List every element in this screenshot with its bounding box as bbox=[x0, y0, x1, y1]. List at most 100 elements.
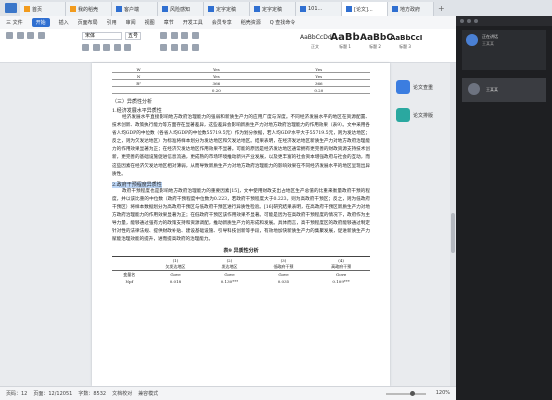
font-family-select[interactable]: 宋体 bbox=[82, 32, 122, 40]
italic-icon[interactable] bbox=[92, 44, 100, 51]
style-1[interactable]: AaBb 标题 1 bbox=[330, 32, 360, 50]
paste-icon[interactable] bbox=[6, 32, 13, 39]
cut-icon[interactable] bbox=[16, 32, 24, 39]
tab-label: 风险感知 bbox=[170, 6, 191, 13]
align-left-icon[interactable] bbox=[160, 44, 167, 51]
table-row: N Yes Yes bbox=[112, 72, 370, 80]
tab-6[interactable]: 101... bbox=[296, 2, 342, 16]
menu-item-5[interactable]: 审阅 bbox=[126, 19, 136, 26]
format-painter-icon[interactable] bbox=[37, 32, 45, 39]
title-bar: 首页 我的稻壳 客户端 风险感知 定字定稿 定字定稿 101... [论文]... 地方政府 + bbox=[0, 0, 552, 16]
style-0[interactable]: AaBbCcDd 正文 bbox=[300, 32, 332, 50]
vertical-scrollbar[interactable] bbox=[450, 63, 456, 386]
numbering-icon[interactable] bbox=[170, 32, 178, 39]
page-count[interactable]: 页面：12/12051 bbox=[33, 390, 72, 397]
paper-format-button[interactable]: 论文排版 bbox=[396, 108, 454, 122]
tab-3[interactable]: 风险感知 bbox=[158, 2, 204, 16]
tab-0[interactable]: 首页 bbox=[20, 2, 66, 16]
font-color-icon[interactable] bbox=[113, 44, 121, 51]
floating-tools: 论文查重 论文排版 bbox=[396, 80, 454, 136]
mic-icon[interactable] bbox=[460, 19, 464, 23]
new-tab-icon[interactable]: + bbox=[438, 4, 445, 13]
paper-check-button[interactable]: 论文查重 bbox=[396, 80, 454, 94]
table-row: 欠发达地区 发达地区 低政府干预 高政府干预 bbox=[112, 263, 370, 272]
menu-item-9[interactable]: 会员专享 bbox=[212, 19, 232, 26]
zoom-slider[interactable] bbox=[386, 391, 426, 396]
page-number[interactable]: 页码：12 bbox=[6, 390, 27, 397]
tab-label: 客户端 bbox=[124, 6, 140, 13]
app-logo-icon[interactable] bbox=[5, 3, 17, 13]
menu-item-0[interactable]: 三 文件 bbox=[6, 19, 23, 26]
menu-item-7[interactable]: 章节 bbox=[164, 19, 174, 26]
heterogeneity-table: (1) (2) (3) (4) 欠发达地区 发达地区 低政府干预 高政府干预 变量名 Gove Go… bbox=[112, 256, 370, 284]
underline-icon[interactable] bbox=[103, 44, 111, 51]
document-page[interactable]: W Yes Yes N Yes Yes R² 366 366 0.20 0.20 （三）异质性分析 … bbox=[92, 63, 390, 386]
tab-label: 我的稻壳 bbox=[78, 6, 99, 13]
document-area[interactable]: W Yes Yes N Yes Yes R² 366 366 0.20 0.20 （三）异质性分析 … bbox=[0, 63, 456, 386]
menu-item-3[interactable]: 页面布局 bbox=[78, 19, 98, 26]
table-row: R² 366 366 bbox=[112, 79, 370, 87]
tab-8[interactable]: 地方政府 bbox=[388, 2, 434, 16]
table-cell: Npf bbox=[125, 278, 134, 284]
align-right-icon[interactable] bbox=[181, 44, 189, 51]
font-format-group bbox=[82, 44, 133, 51]
style-3[interactable]: AaBbCcI 标题 3 bbox=[390, 32, 422, 50]
compat-mode: 兼容模式 bbox=[138, 391, 159, 397]
copy-icon[interactable] bbox=[27, 32, 35, 39]
speaker-status: 正在讲话 bbox=[482, 34, 498, 39]
menu-item-6[interactable]: 视图 bbox=[145, 19, 155, 26]
table-cell: 0.109*** bbox=[332, 278, 350, 284]
bold-icon[interactable] bbox=[82, 44, 89, 51]
indent-icon[interactable] bbox=[181, 32, 189, 39]
proofread-button[interactable]: 文档校对 bbox=[112, 390, 132, 397]
highlight-icon[interactable] bbox=[124, 44, 132, 51]
style-label: 正文 bbox=[311, 44, 319, 49]
more-icon[interactable] bbox=[474, 19, 478, 23]
style-label: 标题 1 bbox=[339, 44, 351, 49]
tab-label: 定字定稿 bbox=[216, 6, 237, 13]
bullets-icon[interactable] bbox=[160, 32, 167, 39]
tab-4[interactable]: 定字定稿 bbox=[204, 2, 250, 16]
camera-icon[interactable] bbox=[467, 19, 471, 23]
table-cell: Gove bbox=[278, 272, 289, 278]
tab-2[interactable]: 客户端 bbox=[112, 2, 158, 16]
tab-5[interactable]: 定字定稿 bbox=[250, 2, 296, 16]
speaker-tile[interactable]: 正在讲话 王某某 bbox=[462, 30, 546, 70]
table-cell bbox=[112, 263, 147, 272]
menu-item-10[interactable]: 稻壳资源 bbox=[241, 19, 261, 26]
menu-item-11[interactable]: Q 查找命令 bbox=[270, 19, 296, 26]
table-cell: 0.20 bbox=[267, 86, 370, 94]
ribbon-toolbar: 宋体 五号 AaBbCcDd 正文 AaBb 标题 1 AaBbC 标题 2 AaBbCcI… bbox=[0, 29, 456, 63]
justify-icon[interactable] bbox=[191, 44, 199, 51]
tab-doc-icon bbox=[254, 6, 260, 12]
style-2[interactable]: AaBbC 标题 2 bbox=[360, 32, 393, 50]
tab-doc-icon bbox=[70, 6, 76, 12]
table-cell: 0.130*** bbox=[220, 278, 239, 284]
tab-doc-icon bbox=[346, 6, 352, 12]
self-tile[interactable]: 王某某 bbox=[462, 78, 546, 102]
menu-item-2[interactable]: 插入 bbox=[59, 19, 69, 26]
style-sample: AaBb bbox=[330, 32, 360, 43]
menu-item-4[interactable]: 引用 bbox=[107, 19, 117, 26]
paper-check-icon bbox=[396, 80, 410, 94]
font-size-select[interactable]: 五号 bbox=[125, 32, 141, 40]
sort-icon[interactable] bbox=[191, 32, 199, 39]
tab-doc-icon bbox=[392, 6, 398, 12]
style-sample: AaBbCcDd bbox=[300, 34, 332, 41]
table-cell: 366 bbox=[267, 79, 370, 87]
table-cell: 发达地区 bbox=[204, 263, 255, 272]
word-count[interactable]: 字数：8532 bbox=[78, 390, 106, 397]
align-center-icon[interactable] bbox=[170, 44, 178, 51]
speaker-avatar bbox=[466, 34, 478, 46]
menu-item-8[interactable]: 开发工具 bbox=[183, 19, 203, 26]
menu-item-1[interactable]: 开始 bbox=[31, 18, 50, 27]
table-cell: 欠发达地区 bbox=[146, 263, 205, 272]
tab-1[interactable]: 我的稻壳 bbox=[66, 2, 112, 16]
paragraph-group bbox=[160, 32, 201, 39]
zoom-level[interactable]: 120% bbox=[436, 390, 450, 396]
tab-7[interactable]: [论文]... bbox=[342, 2, 388, 16]
subheading-economic: 1.经济发展水平异质性 bbox=[112, 108, 162, 114]
zoom-handle[interactable] bbox=[410, 391, 415, 396]
scroll-thumb[interactable] bbox=[451, 213, 455, 253]
table-cell: 变量名 bbox=[123, 271, 136, 277]
